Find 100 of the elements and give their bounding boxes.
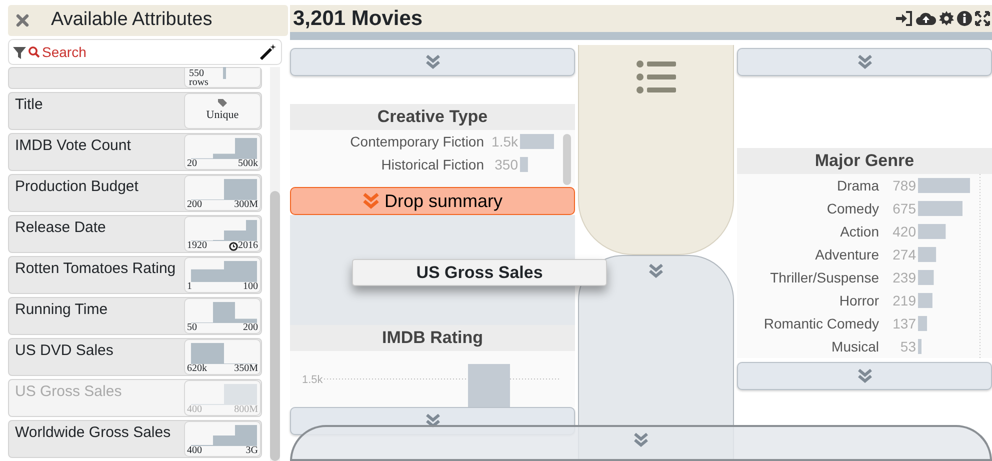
range-max: 800M (234, 405, 258, 415)
category-label: Horror (839, 292, 879, 309)
value-label: 137 (892, 316, 916, 332)
expand-button[interactable] (290, 48, 575, 76)
attribute-item[interactable]: Worldwide Gross Sales 400 3G (8, 420, 262, 458)
value-label: 53 (900, 338, 916, 355)
search-field[interactable]: Search (8, 39, 282, 65)
category-label: Historical Fiction (381, 156, 484, 173)
category-label: Drama (836, 178, 879, 194)
clock-icon (229, 242, 238, 250)
panel-title: IMDB Rating (290, 325, 575, 351)
attribute-name: US Gross Sales (15, 382, 122, 402)
drop-summary-button[interactable]: Drop summary (290, 187, 575, 215)
sign-in-icon[interactable] (895, 11, 913, 26)
scrollbar-thumb[interactable] (563, 134, 571, 185)
attribute-name: Title (15, 95, 43, 115)
search-icon (28, 46, 40, 58)
range-min: 400 (187, 446, 202, 456)
chevron-icon (362, 193, 380, 209)
expand-button[interactable] (737, 362, 992, 390)
chevron-icon (856, 55, 872, 69)
chevron-icon (424, 55, 440, 69)
value-label: 1.5k (492, 134, 518, 150)
bar[interactable] (520, 134, 554, 149)
attribute-item[interactable]: Release Date 1920 2016 (8, 215, 262, 253)
range-min: 50 (187, 323, 197, 333)
attribute-item[interactable]: Title Unique (8, 92, 262, 130)
attribute-name: Production Budget (15, 177, 138, 197)
bar[interactable] (918, 293, 932, 308)
range-min: 400 (187, 405, 202, 415)
attribute-name: Running Time (15, 300, 108, 320)
attribute-item[interactable]: 550 rows (8, 67, 262, 89)
tag-icon (218, 98, 227, 107)
attribute-item[interactable]: US DVD Sales 620k 350M (8, 338, 262, 376)
attribute-name: Rotten Tomatoes Rating (15, 259, 176, 279)
expand-button[interactable] (737, 48, 992, 76)
row-count: 550 (189, 69, 204, 78)
value-label: 675 (892, 200, 916, 217)
range-max: 3G (246, 446, 258, 456)
bar[interactable] (918, 270, 934, 285)
value-label: 274 (892, 246, 916, 263)
sidebar-title: Available Attributes (51, 8, 212, 32)
category-label: Comedy (826, 200, 879, 217)
attribute-name: IMDB Vote Count (15, 136, 131, 156)
attribute-item[interactable]: Running Time 50 200 (8, 297, 262, 335)
bar[interactable] (918, 224, 946, 239)
value-label: 239 (892, 270, 916, 286)
list-icon[interactable] (636, 60, 676, 94)
panel-title: Major Genre (737, 148, 992, 174)
category-label: Romantic Comedy (764, 316, 879, 332)
bar[interactable] (918, 316, 928, 331)
info-icon[interactable] (957, 11, 972, 26)
category-label: Musical (832, 338, 879, 355)
value-label: 420 (892, 224, 916, 240)
range-max: 100 (243, 282, 258, 292)
chevron-icon[interactable] (648, 264, 664, 278)
attribute-name: Worldwide Gross Sales (15, 423, 171, 443)
range-min: 1 (187, 282, 192, 292)
category-label: Adventure (815, 246, 879, 263)
dataset-title: 3,201 Movies (293, 6, 423, 32)
range-max: 300M (234, 200, 258, 210)
range-max: 2016 (238, 241, 258, 251)
attribute-item[interactable]: IMDB Vote Count 20 500k (8, 133, 262, 171)
attribute-item[interactable]: Production Budget 200 300M (8, 174, 262, 212)
gear-icon[interactable] (939, 11, 954, 26)
bar[interactable] (468, 364, 510, 407)
chevron-icon[interactable] (633, 433, 649, 447)
scrollbar-thumb[interactable] (270, 191, 280, 461)
axis-tick-label: 1.5k (302, 374, 323, 386)
close-icon[interactable] (16, 14, 29, 27)
bar[interactable] (918, 247, 936, 262)
bar-icon (223, 67, 226, 79)
range-min: 620k (187, 364, 207, 374)
dragged-attribute[interactable]: US Gross Sales (352, 259, 607, 286)
attribute-name: US DVD Sales (15, 341, 114, 361)
range-max: 200 (243, 323, 258, 333)
attribute-item[interactable]: Rotten Tomatoes Rating 1 100 (8, 256, 262, 294)
value-label: 350 (494, 156, 518, 173)
bar[interactable] (918, 201, 962, 216)
range-min: 200 (187, 200, 202, 210)
unique-label: Unique (206, 108, 239, 123)
range-min: 1920 (187, 241, 207, 251)
chevron-icon (856, 369, 872, 383)
value-label: 789 (892, 178, 916, 194)
magic-wand-icon[interactable] (259, 43, 277, 61)
category-label: Contemporary Fiction (350, 134, 484, 150)
filter-icon[interactable] (13, 46, 26, 58)
attribute-name: Release Date (15, 218, 106, 238)
expand-icon[interactable] (975, 11, 990, 26)
bar[interactable] (918, 178, 970, 193)
cloud-upload-icon[interactable] (916, 11, 936, 26)
range-max: 500k (238, 159, 258, 169)
panel-title: Creative Type (290, 104, 575, 130)
bar[interactable] (918, 339, 922, 354)
range-max: 350M (234, 364, 258, 374)
category-label: Thriller/Suspense (770, 270, 879, 286)
range-min: 20 (187, 159, 197, 169)
category-label: Action (840, 224, 879, 240)
row-unit: rows (189, 78, 208, 87)
bar[interactable] (520, 157, 528, 172)
